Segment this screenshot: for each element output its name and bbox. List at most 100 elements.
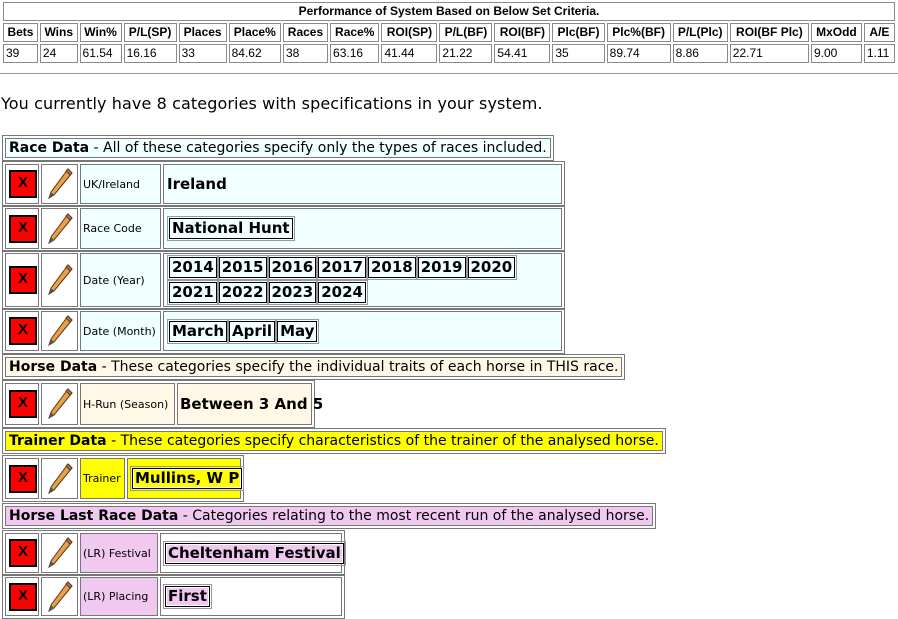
category-value-chip: Mullins, W P [129,466,245,491]
category-label-cell: Trainer [80,458,125,499]
category-row-lr-placing: X (LR) Placing First [2,574,345,619]
section-race-data-header: Race Data - All of these categories spec… [5,138,551,158]
category-values-cell: Ireland [163,164,562,204]
month-chip: March [166,318,230,344]
value-pl-plc: 8.86 [672,44,728,63]
range-high: 5 [312,395,324,413]
pencil-icon[interactable] [46,387,74,421]
category-row-lr-festival: X (LR) Festival Cheltenham Festival [2,530,346,576]
category-label: Trainer [83,472,121,485]
category-row-race-code: X Race Code National Hunt [2,205,565,252]
delete-category-button[interactable]: X [9,539,37,567]
delete-category-button[interactable]: X [9,390,37,418]
header-place-pct: Place% [228,23,281,42]
pencil-icon[interactable] [46,314,74,348]
pencil-icon[interactable] [46,167,74,201]
delete-cell: X [5,208,39,249]
value-wins: 24 [39,44,78,63]
section-description: - All of these categories specify only t… [89,140,547,156]
category-label: (LR) Festival [83,546,151,560]
year-chip: 2024 [316,280,368,305]
category-label: Date (Year) [83,273,145,287]
pencil-icon[interactable] [46,212,74,246]
delete-category-button[interactable]: X [9,170,37,198]
value-mxodd: 9.00 [810,44,862,63]
category-row-uk-ireland: X UK/Ireland Ireland [2,161,565,207]
value-plc-bf: 35 [552,44,605,63]
pencil-icon[interactable] [46,536,74,570]
pencil-icon[interactable] [46,462,74,496]
category-label-cell: UK/Ireland [80,164,161,204]
delete-cell: X [5,383,39,425]
value-places: 33 [178,44,227,63]
header-pl-bf: P/L(BF) [439,23,493,42]
edit-cell [41,577,78,616]
category-row-trainer: X Trainer Mullins, W P [2,455,245,502]
section-race-data: Race Data - All of these categories spec… [2,135,554,161]
edit-cell [41,164,78,204]
header-places: Places [178,23,227,42]
header-plc-pct-bf: Plc%(BF) [606,23,671,42]
value-place-pct: 84.62 [228,44,281,63]
header-ae: A/E [863,23,895,42]
delete-category-button[interactable]: X [9,464,37,493]
year-chip: 2020 [465,255,518,280]
category-label-cell: H-Run (Season) [80,383,175,425]
category-values-cell: 2014 2015 2016 2017 2018 2019 2020 2021 … [163,253,562,307]
performance-value-row: 39 24 61.54 16.16 33 84.62 38 63.16 41.4… [3,44,895,63]
value-ae: 1.11 [863,44,895,63]
edit-cell [41,208,78,249]
section-trainer-data: Trainer Data - These categories specify … [2,428,666,454]
delete-category-button[interactable]: X [9,266,37,294]
month-chip: April [227,318,278,344]
edit-cell [41,383,78,425]
header-roi-bf-plc: ROI(BF Plc) [729,23,809,42]
category-label-cell: (LR) Placing [80,577,158,616]
value-pl-bf: 21.22 [439,44,493,63]
edit-cell [41,458,78,499]
category-value-chip: National Hunt [167,216,295,241]
category-label: UK/Ireland [83,177,141,191]
value-roi-bf: 54.41 [494,44,551,63]
category-label: (LR) Placing [83,590,149,603]
pencil-icon[interactable] [46,580,74,614]
category-value-chip: First [163,584,212,609]
performance-header-row: Bets Wins Win% P/L(SP) Places Place% Rac… [3,23,895,42]
category-row-h-run: X H-Run (Season) Between 3 And 5 [2,380,323,428]
header-pl-plc: P/L(Plc) [672,23,728,42]
edit-cell [41,533,78,573]
section-description: - These categories specify the individua… [97,359,619,375]
delete-cell: X [5,311,39,351]
header-roi-bf: ROI(BF) [494,23,551,42]
category-label-cell: Race Code [80,208,161,249]
category-summary: You currently have 8 categories with spe… [1,94,543,113]
category-label-cell: (LR) Festival [80,533,158,573]
value-win-pct: 61.54 [79,44,122,63]
section-horse-data-header: Horse Data - These categories specify th… [5,357,623,377]
pencil-icon[interactable] [46,263,74,297]
header-wins: Wins [39,23,78,42]
category-values-cell: Cheltenham Festival [160,533,346,573]
category-values-cell: National Hunt [163,208,562,249]
year-chip: 2019 [415,255,468,280]
delete-cell: X [5,577,39,616]
value-races: 38 [282,44,329,63]
performance-caption: Performance of System Based on Below Set… [3,2,895,21]
delete-cell: X [5,164,39,204]
value-roi-sp: 41.44 [381,44,438,63]
category-values-cell: March April May [163,311,562,351]
category-label: Race Code [83,222,142,235]
value-roi-bf-plc: 22.71 [729,44,809,63]
section-last-race-data-header: Horse Last Race Data - Categories relati… [5,506,654,526]
delete-category-button[interactable]: X [9,317,37,345]
section-description: - These categories specify characteristi… [106,433,659,449]
section-title: Race Data [9,140,90,156]
year-chip: 2017 [316,255,368,280]
header-bets: Bets [3,23,38,42]
value-bets: 39 [3,44,38,63]
delete-category-button[interactable]: X [9,214,37,243]
section-horse-data: Horse Data - These categories specify th… [2,354,626,380]
delete-category-button[interactable]: X [9,582,37,611]
category-label-cell: Date (Year) [80,253,161,307]
edit-cell [41,253,78,307]
